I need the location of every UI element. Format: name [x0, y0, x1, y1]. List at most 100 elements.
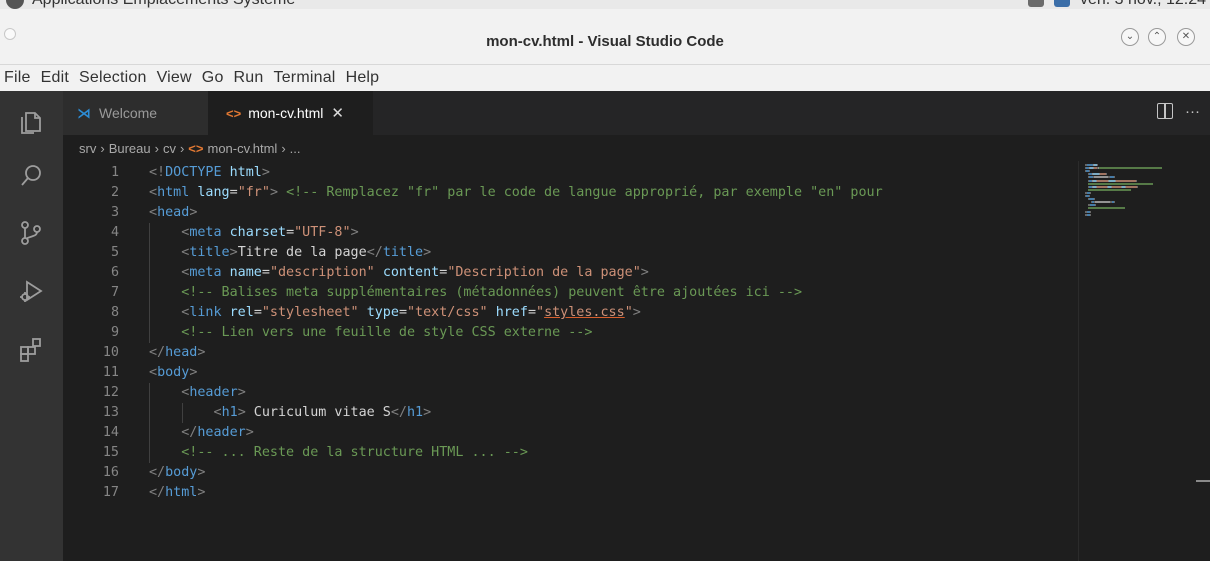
split-editor-icon[interactable] — [1157, 103, 1173, 119]
breadcrumb-item[interactable]: cv — [163, 141, 176, 156]
code-token: html — [165, 485, 198, 500]
breadcrumb-item[interactable]: Bureau — [109, 141, 151, 156]
code-line[interactable]: 6 <meta name="description" content="Desc… — [63, 263, 1078, 283]
code-text: <!DOCTYPE html> — [149, 163, 270, 183]
code-line[interactable]: 7 <!-- Balises meta supplémentaires (mét… — [63, 283, 1078, 303]
code-token: > — [423, 245, 432, 260]
code-line[interactable]: 1 <!DOCTYPE html> — [63, 163, 1078, 183]
search-icon[interactable] — [16, 161, 46, 191]
minimap-stroke — [1089, 170, 1090, 173]
line-number: 4 — [110, 225, 119, 240]
code-token: < — [149, 365, 158, 380]
menu-edit[interactable]: Edit — [36, 69, 74, 87]
network-icon[interactable] — [1053, 0, 1070, 7]
code-token: = — [286, 225, 295, 240]
html-file-icon: <> — [226, 105, 242, 121]
code-token: meta — [189, 265, 222, 280]
maximize-icon[interactable]: ⌃ — [1148, 28, 1166, 46]
code-token: DOCTYPE — [165, 165, 222, 180]
extensions-icon[interactable] — [16, 335, 46, 365]
code-line[interactable]: 2 <html lang="fr"> <!-- Remplacez "fr" pa… — [63, 183, 1078, 203]
code-token: meta — [189, 225, 222, 240]
code-text: <head> — [149, 203, 197, 223]
code-token: h1 — [407, 405, 424, 420]
code-token: > — [632, 305, 641, 320]
code-text: </body> — [149, 463, 205, 483]
explorer-icon[interactable] — [16, 107, 46, 137]
code-token: </ — [149, 485, 166, 500]
menu-file[interactable]: File — [0, 69, 36, 87]
scrollbar-cursor-marker — [1196, 480, 1210, 482]
tab-mon-cv-html[interactable]: <> mon-cv.html ✕ — [208, 91, 373, 135]
code-line[interactable]: 16 </body> — [63, 463, 1078, 483]
code-token: > — [189, 205, 198, 220]
code-line[interactable]: 17 </html> — [63, 483, 1078, 503]
code-token: > — [237, 385, 246, 400]
code-line[interactable]: 10 </head> — [63, 343, 1078, 363]
code-text: <!-- Balises meta supplémentaires (métad… — [149, 283, 802, 303]
desktop-panel: Applications Emplacements Système ven. 3… — [0, 0, 1210, 9]
desktop-menu[interactable]: Applications Emplacements Système — [32, 0, 295, 9]
minimap-stroke — [1094, 176, 1108, 179]
line-number: 7 — [110, 285, 119, 300]
code-text: <link rel="stylesheet" type="text/css" h… — [149, 303, 641, 323]
code-token: > — [423, 405, 432, 420]
code-line[interactable]: 4 <meta charset="UTF-8"> — [63, 223, 1078, 243]
code-token: > — [269, 185, 278, 200]
minimap-stroke — [1095, 204, 1096, 207]
minimap[interactable] — [1078, 161, 1199, 561]
code-text: <body> — [149, 363, 197, 383]
code-editor[interactable]: 1 <!DOCTYPE html> 2 <html lang="fr"> <!-- R… — [63, 161, 1078, 561]
code-line[interactable]: 9 <!-- Lien vers une feuille de style CS… — [63, 323, 1078, 343]
volume-icon[interactable] — [1027, 0, 1044, 7]
code-line[interactable]: 11 <body> — [63, 363, 1078, 383]
run-debug-icon[interactable] — [16, 276, 46, 306]
code-line[interactable]: 12 <header> — [63, 383, 1078, 403]
line-number: 17 — [102, 485, 119, 500]
breadcrumb-item[interactable]: mon-cv.html — [207, 141, 277, 156]
menubar: File Edit Selection View Go Run Terminal… — [0, 65, 1210, 91]
vertical-scrollbar[interactable] — [1198, 161, 1210, 561]
code-token: "text/css" — [407, 305, 488, 320]
menu-terminal[interactable]: Terminal — [269, 69, 341, 87]
menu-go[interactable]: Go — [197, 69, 229, 87]
close-window-icon[interactable]: ✕ — [1177, 28, 1195, 46]
code-line[interactable]: 8 <link rel="stylesheet" type="text/css"… — [63, 303, 1078, 323]
clock[interactable]: ven. 3 nov., 12:24 — [1080, 0, 1206, 9]
breadcrumb-item[interactable]: srv — [63, 141, 96, 156]
code-text: <meta name="description" content="Descri… — [149, 263, 649, 283]
code-token: <!-- Lien vers une feuille de style CSS … — [181, 325, 593, 340]
code-line[interactable]: 14 </header> — [63, 423, 1078, 443]
line-number: 11 — [102, 365, 119, 380]
more-actions-icon[interactable]: ··· — [1185, 103, 1200, 120]
code-line[interactable]: 15 <!-- ... Reste de la structure HTML .… — [63, 443, 1078, 463]
menu-selection[interactable]: Selection — [74, 69, 152, 87]
minimap-stroke — [1090, 210, 1091, 213]
code-token: > — [245, 425, 254, 440]
code-line[interactable]: 13 <h1> Curiculum vitae S</h1> — [63, 403, 1078, 423]
close-tab-icon[interactable]: ✕ — [331, 104, 344, 122]
minimap-stroke — [1097, 179, 1108, 182]
code-token: name — [229, 265, 262, 280]
line-number: 9 — [110, 325, 119, 340]
source-control-icon[interactable] — [16, 218, 46, 248]
code-token: title — [189, 245, 230, 260]
line-number: 12 — [102, 385, 119, 400]
menu-help[interactable]: Help — [341, 69, 385, 87]
code-line[interactable]: 3 <head> — [63, 203, 1078, 223]
menu-run[interactable]: Run — [229, 69, 269, 87]
code-token: > — [189, 365, 198, 380]
minimize-icon[interactable]: ⌄ — [1121, 28, 1139, 46]
breadcrumb-item[interactable]: ... — [290, 141, 301, 156]
line-number: 3 — [110, 205, 119, 220]
code-line[interactable]: 5 <title>Titre de la page</title> — [63, 243, 1078, 263]
line-number: 5 — [110, 245, 119, 260]
code-token: h1 — [221, 405, 238, 420]
line-number: 1 — [110, 165, 119, 180]
code-text: </html> — [149, 483, 205, 503]
tab-welcome[interactable]: ⋊ Welcome — [63, 91, 208, 135]
code-token: "Description de la page" — [447, 265, 641, 280]
menu-view[interactable]: View — [152, 69, 197, 87]
